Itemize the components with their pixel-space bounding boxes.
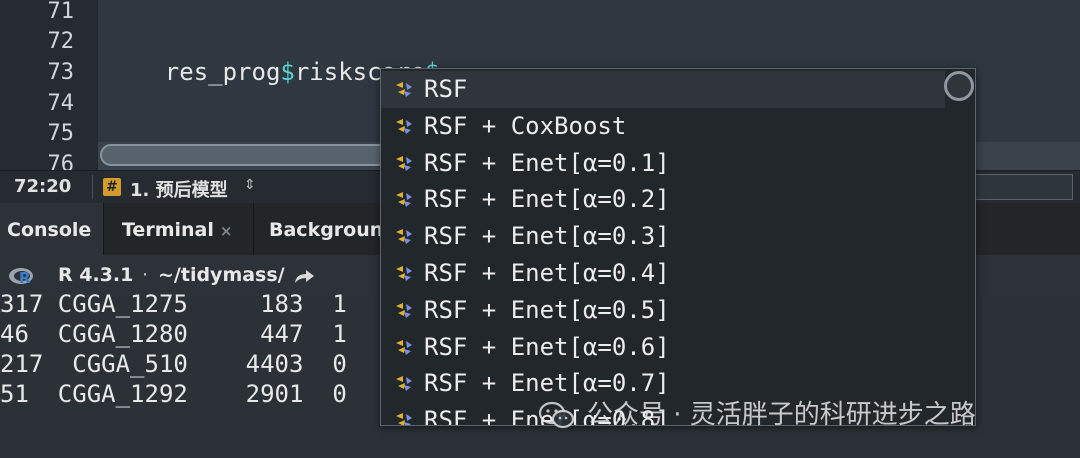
line-number: 76 <box>47 152 75 170</box>
r-logo-icon: R <box>9 268 33 287</box>
working-directory[interactable]: ~/tidymass/ <box>158 264 285 286</box>
popup-scrollbar-thumb[interactable] <box>944 71 974 101</box>
svg-text:R: R <box>19 269 31 287</box>
output-row: 46 CGGA_1280 447 1 <box>0 320 347 348</box>
autocomplete-item-label: RSF + Enet[α=0.3] <box>424 222 670 251</box>
autocomplete-item-label: RSF + Enet[α=0.5] <box>424 295 670 324</box>
autocomplete-item[interactable]: RSF + Enet[α=0.3] <box>381 218 975 255</box>
line-number: 74 <box>47 91 75 116</box>
autocomplete-popup[interactable]: RSF RSF + CoxBoost RSF + Enet[α=0.1] RSF + … <box>380 68 976 426</box>
path-separator: · <box>142 264 149 286</box>
variable-icon <box>396 376 412 392</box>
file-type-selector[interactable] <box>975 174 1073 200</box>
autocomplete-item-label: RSF + CoxBoost <box>424 111 627 140</box>
tab-terminal[interactable]: Terminal × <box>106 203 254 255</box>
autocomplete-item[interactable]: RSF + Enet[α=0.2] <box>381 181 975 218</box>
line-number: 73 <box>47 60 75 85</box>
autocomplete-item[interactable]: RSF + Enet[α=0.5] <box>381 292 975 329</box>
tab-label: Background <box>269 219 386 241</box>
updown-arrow-icon[interactable]: ⇕ <box>244 177 256 193</box>
tab-console[interactable]: Console <box>0 203 104 255</box>
output-row: 317 CGGA_1275 183 1 <box>0 290 347 318</box>
variable-icon <box>396 118 412 134</box>
autocomplete-item-label: RSF + Enet[α=0.7] <box>424 369 670 398</box>
variable-icon <box>396 266 412 281</box>
variable-icon <box>396 155 412 171</box>
cursor-position: 72:20 <box>14 176 72 197</box>
close-icon[interactable]: × <box>220 222 233 240</box>
variable-icon <box>396 82 412 97</box>
autocomplete-item[interactable]: RSF + CoxBoost <box>381 108 975 145</box>
tab-background-jobs[interactable]: Background <box>256 203 386 255</box>
divider <box>92 175 93 199</box>
line-number-gutter: 71 72 73 74 75 76 <box>0 0 98 170</box>
autocomplete-item-label: RSF <box>424 75 468 103</box>
variable-icon <box>396 229 412 245</box>
autocomplete-item[interactable]: RSF + Enet[α=0.6] <box>381 329 975 366</box>
r-version: R 4.3.1 <box>58 264 134 286</box>
variable-icon <box>396 192 412 208</box>
wechat-logo-icon <box>538 401 575 429</box>
output-row: 51 CGGA_1292 2901 0 <box>0 380 347 408</box>
autocomplete-item[interactable]: RSF <box>381 71 945 108</box>
autocomplete-item-label: RSF + Enet[α=0.4] <box>424 259 670 287</box>
autocomplete-item-label: RSF + Enet[α=0.2] <box>424 185 670 214</box>
variable-icon <box>396 339 412 355</box>
horizontal-scrollbar-thumb[interactable] <box>100 144 390 166</box>
line-number: 75 <box>47 121 75 146</box>
variable-icon <box>396 302 412 318</box>
popup-scrollbar[interactable] <box>944 69 975 425</box>
autocomplete-item[interactable]: RSF + Enet[α=0.1] <box>381 145 975 182</box>
section-navigator[interactable]: 1. 预后模型 <box>130 176 228 202</box>
code-token-operator: $ <box>280 58 295 86</box>
go-to-directory-arrow-icon[interactable] <box>292 267 316 285</box>
line-number: 71 <box>47 0 75 24</box>
code-token: res_prog <box>164 58 281 86</box>
watermark-text: 公众号 · 灵活胖子的科研进步之路 <box>587 400 976 430</box>
autocomplete-item[interactable]: RSF + Enet[α=0.4] <box>381 255 975 292</box>
tab-label: Terminal <box>122 219 214 241</box>
autocomplete-item-label: RSF + Enet[α=0.6] <box>424 332 670 361</box>
output-row: 217 CGGA_510 4403 0 <box>0 350 347 378</box>
section-hash-icon: # <box>103 178 121 196</box>
variable-icon <box>396 413 412 425</box>
autocomplete-item-label: RSF + Enet[α=0.1] <box>424 148 670 177</box>
line-number: 72 <box>47 29 75 54</box>
tab-label: Console <box>7 219 92 241</box>
